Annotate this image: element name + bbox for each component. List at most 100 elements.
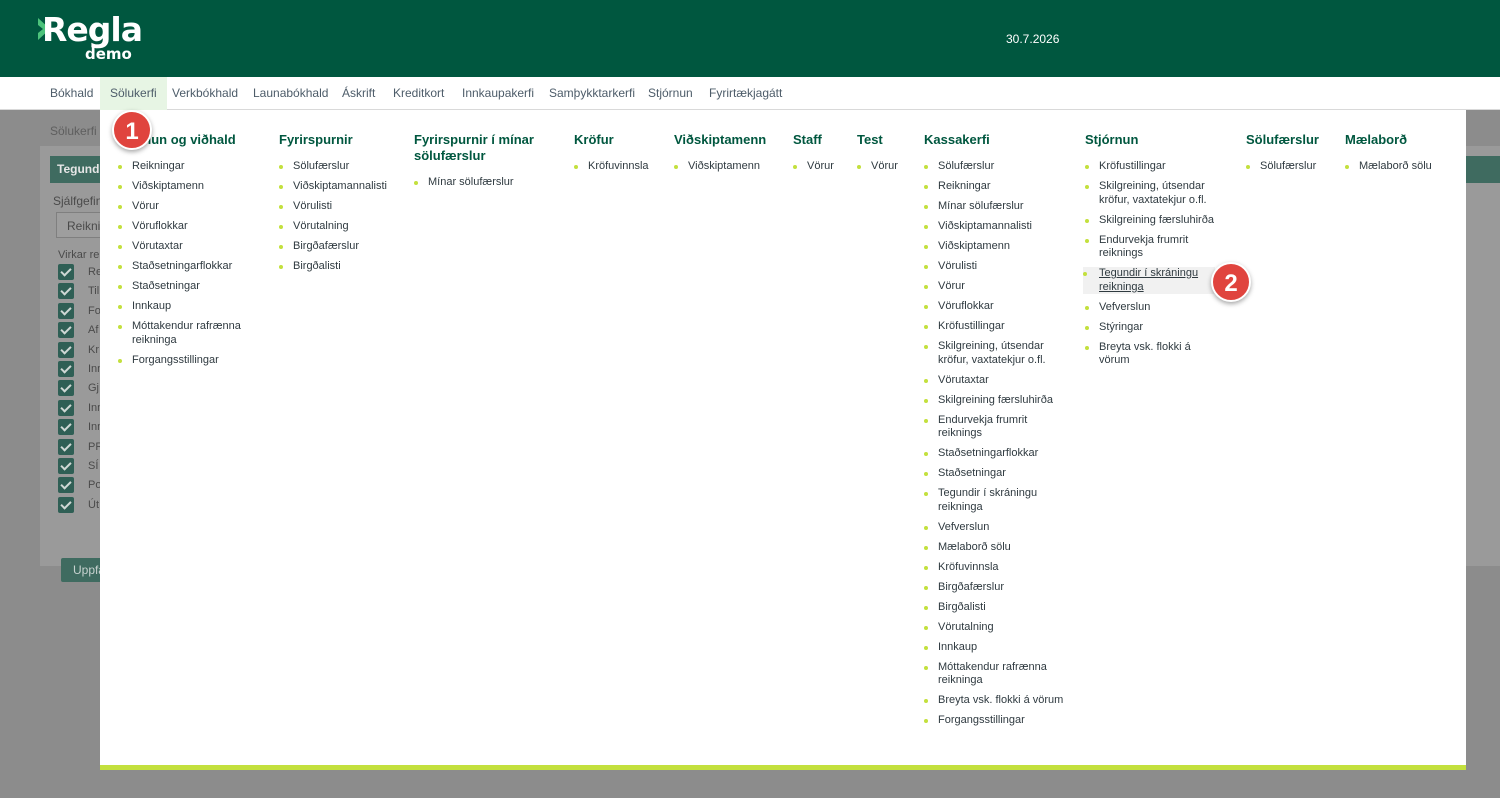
- menu-link[interactable]: Viðskiptamannalisti: [924, 220, 1064, 234]
- menu-link[interactable]: Kröfustillingar: [1085, 160, 1215, 174]
- menu-link[interactable]: Viðskiptamenn: [924, 240, 1064, 254]
- menu-link[interactable]: Mínar sölufærslur: [924, 200, 1064, 214]
- breadcrumb[interactable]: Sölukerfi: [50, 124, 97, 138]
- menu-link[interactable]: Vörulisti: [279, 200, 414, 214]
- menu-link[interactable]: Vörur: [793, 160, 853, 174]
- checkbox[interactable]: [58, 283, 74, 300]
- menu-link[interactable]: Mínar sölufærslur: [414, 176, 564, 190]
- menu-link[interactable]: Tegundir í skráningu reikninga: [1083, 267, 1215, 294]
- logo-sub: demo: [85, 45, 132, 63]
- menu-link[interactable]: Sölufærslur: [924, 160, 1064, 174]
- menu-link[interactable]: Birgðafærslur: [924, 581, 1064, 595]
- menu-link-label: Kröfuvinnsla: [588, 160, 649, 172]
- checkbox[interactable]: [58, 438, 74, 455]
- menu-link[interactable]: Skilgreining, útsendar kröfur, vaxtatekj…: [924, 340, 1064, 367]
- menu-link[interactable]: Staðsetningarflokkar: [924, 447, 1064, 461]
- menu-link[interactable]: Staðsetningarflokkar: [118, 260, 278, 274]
- menu-link[interactable]: Móttakendur rafrænna reikninga: [924, 661, 1064, 688]
- menu-link[interactable]: Mælaborð sölu: [1345, 160, 1455, 174]
- menu-column-test: Test Vörur: [857, 132, 917, 180]
- nav-fyrirtaekjagatt[interactable]: Fyrirtækjagátt: [699, 77, 792, 110]
- menu-column-fyrirspurnir: Fyrirspurnir Sölufærslur Viðskiptamannali…: [279, 132, 414, 280]
- checkbox[interactable]: [58, 322, 74, 339]
- checkbox[interactable]: [58, 341, 74, 358]
- menu-link[interactable]: Mælaborð sölu: [924, 541, 1064, 555]
- column-list: Kröfustillingar Skilgreining, útsendar kr…: [1083, 160, 1215, 368]
- menu-link[interactable]: Vörur: [857, 160, 917, 174]
- menu-link-label: Tegundir í skráningu reikninga: [938, 487, 1038, 513]
- checkbox[interactable]: [58, 361, 74, 377]
- checkbox[interactable]: [58, 419, 74, 436]
- checkbox[interactable]: [58, 380, 74, 397]
- menu-link[interactable]: Reikningar: [924, 180, 1064, 194]
- menu-link[interactable]: Vöruflokkar: [924, 300, 1064, 314]
- menu-link[interactable]: Forgangsstillingar: [118, 354, 278, 368]
- nav-askrift[interactable]: Áskrift: [332, 77, 385, 110]
- menu-link[interactable]: Skilgreining færsluhirða: [924, 394, 1064, 408]
- menu-link[interactable]: Breyta vsk. flokki á vörum: [1085, 341, 1215, 368]
- checkbox[interactable]: [58, 399, 74, 416]
- menu-link[interactable]: Reikningar: [118, 160, 278, 174]
- menu-link[interactable]: Birgðafærslur: [279, 240, 414, 254]
- panel-title: Tegundi: [57, 162, 103, 176]
- menu-link[interactable]: Staðsetningar: [924, 467, 1064, 481]
- checkbox[interactable]: [58, 496, 74, 513]
- checkbox[interactable]: [58, 302, 74, 319]
- menu-link-label: Mínar sölufærslur: [428, 176, 514, 188]
- menu-link[interactable]: Birgðalisti: [279, 260, 414, 274]
- step-marker-1: 1: [112, 110, 152, 150]
- menu-link[interactable]: Vörutaxtar: [924, 374, 1064, 388]
- nav-innkaupakerfi[interactable]: Innkaupakerfi: [452, 77, 544, 110]
- menu-link[interactable]: Viðskiptamenn: [674, 160, 789, 174]
- menu-link[interactable]: Innkaup: [118, 300, 278, 314]
- menu-link[interactable]: Forgangsstillingar: [924, 714, 1064, 728]
- menu-link[interactable]: Vöruflokkar: [118, 220, 278, 234]
- menu-link-label: Birgðalisti: [293, 260, 341, 272]
- nav-kreditkort[interactable]: Kreditkort: [383, 77, 454, 110]
- menu-link[interactable]: Vörur: [924, 280, 1064, 294]
- menu-link[interactable]: Sölufærslur: [279, 160, 414, 174]
- menu-link[interactable]: Tegundir í skráningu reikninga: [924, 487, 1064, 514]
- menu-link[interactable]: Breyta vsk. flokki á vörum: [924, 694, 1064, 708]
- column-list: Sölufærslur Viðskiptamannalisti Vörulisti V…: [279, 160, 414, 274]
- menu-link-label: Viðskiptamannalisti: [293, 180, 387, 192]
- regla-logo[interactable]: Regla demo: [38, 10, 148, 64]
- menu-link[interactable]: Endurvekja frumrit reiknings: [924, 414, 1064, 441]
- menu-link[interactable]: Kröfuvinnsla: [924, 561, 1064, 575]
- nav-verkbokhald[interactable]: Verkbókhald: [162, 77, 248, 110]
- menu-link[interactable]: Vörur: [118, 200, 278, 214]
- nav-stjornun[interactable]: Stjórnun: [638, 77, 703, 110]
- menu-link[interactable]: Skilgreining, útsendar kröfur, vaxtatekj…: [1085, 180, 1215, 207]
- nav-solukerfi[interactable]: Sölukerfi: [100, 77, 167, 110]
- menu-link[interactable]: Vörutaxtar: [118, 240, 278, 254]
- menu-link[interactable]: Kröfustillingar: [924, 320, 1064, 334]
- menu-link[interactable]: Stýringar: [1085, 321, 1215, 335]
- menu-link-label: Vefverslun: [1099, 300, 1151, 313]
- checkbox[interactable]: [58, 458, 74, 474]
- menu-link[interactable]: Endurvekja frumrit reiknings: [1085, 234, 1215, 261]
- menu-link[interactable]: Viðskiptamenn: [118, 180, 278, 194]
- menu-link[interactable]: Vörulisti: [924, 260, 1064, 274]
- menu-link[interactable]: Innkaup: [924, 641, 1064, 655]
- menu-link[interactable]: Vörutalning: [279, 220, 414, 234]
- nav-sambykktarkerfi[interactable]: Samþykktarkerfi: [539, 77, 645, 110]
- checkbox[interactable]: [58, 264, 74, 280]
- menu-link[interactable]: Skilgreining færsluhirða: [1085, 214, 1215, 228]
- solukerfi-mega-menu: Stofnun og viðhald Reikningar Viðskiptame…: [100, 110, 1466, 770]
- nav-bokhald[interactable]: Bókhald: [40, 77, 103, 110]
- menu-link[interactable]: Sölufærslur: [1246, 160, 1336, 174]
- menu-link[interactable]: Staðsetningar: [118, 280, 278, 294]
- checkbox-label: Út: [88, 498, 99, 511]
- menu-link[interactable]: Vefverslun: [1085, 301, 1215, 315]
- menu-link-label: Kröfuvinnsla: [938, 560, 999, 573]
- menu-link[interactable]: Viðskiptamannalisti: [279, 180, 414, 194]
- menu-link[interactable]: Birgðalisti: [924, 601, 1064, 615]
- menu-link-label: Mælaborð sölu: [938, 540, 1011, 553]
- menu-link[interactable]: Móttakendur rafrænna reikninga: [118, 320, 278, 347]
- menu-link-label: Endurvekja frumrit reiknings: [938, 413, 1028, 440]
- checkbox[interactable]: [58, 477, 74, 494]
- menu-link[interactable]: Vefverslun: [924, 521, 1064, 535]
- nav-launabokhald[interactable]: Launabókhald: [243, 77, 338, 110]
- menu-link[interactable]: Kröfuvinnsla: [574, 160, 674, 174]
- menu-link[interactable]: Vörutalning: [924, 621, 1064, 635]
